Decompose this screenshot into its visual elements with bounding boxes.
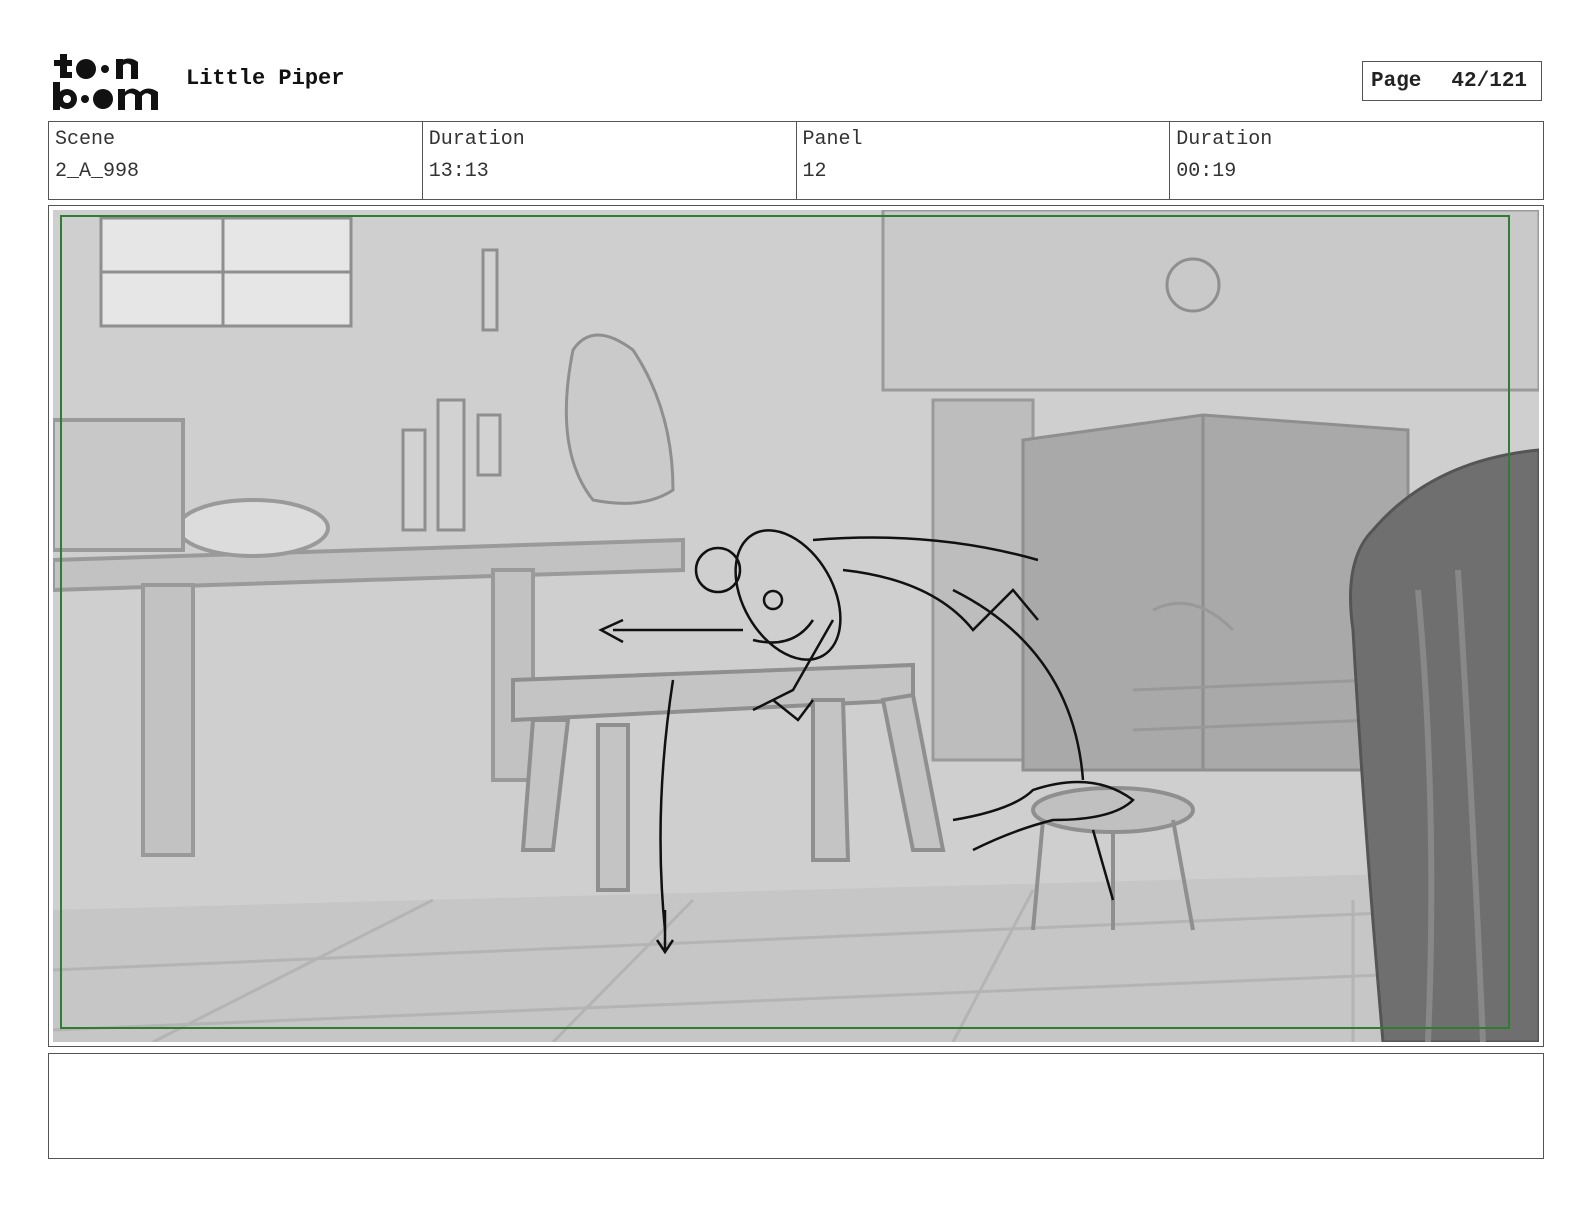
- scene-cell: Scene 2_A_998: [49, 122, 423, 199]
- page-number: 42/121: [1451, 69, 1528, 93]
- panel-duration-label: Duration: [1176, 128, 1273, 151]
- scene-value: 2_A_998: [55, 160, 140, 183]
- panel-notes: [48, 1053, 1544, 1159]
- panel-duration-cell: Duration 00:19: [1170, 122, 1543, 199]
- scene-duration-cell: Duration 13:13: [423, 122, 797, 199]
- storyboard-panel: [48, 205, 1544, 1047]
- panel-drawing: [53, 210, 1539, 1042]
- scene-label: Scene: [55, 128, 116, 151]
- page-indicator: Page 42/121: [1362, 61, 1542, 101]
- panel-duration-value: 00:19: [1176, 160, 1237, 183]
- window: [99, 216, 353, 328]
- scene-info-table: Scene 2_A_998 Duration 13:13 Panel 12 Du…: [48, 121, 1544, 200]
- toonboom-logo: [50, 50, 166, 114]
- panel-label: Panel: [802, 128, 863, 151]
- panel-value: 12: [802, 160, 827, 183]
- page-label: Page: [1371, 69, 1422, 93]
- project-title: Little Piper: [186, 66, 345, 91]
- scene-duration-value: 13:13: [428, 160, 489, 183]
- panel-cell: Panel 12: [797, 122, 1171, 199]
- scene-duration-label: Duration: [428, 128, 525, 151]
- foreground-drape: [1349, 448, 1539, 1042]
